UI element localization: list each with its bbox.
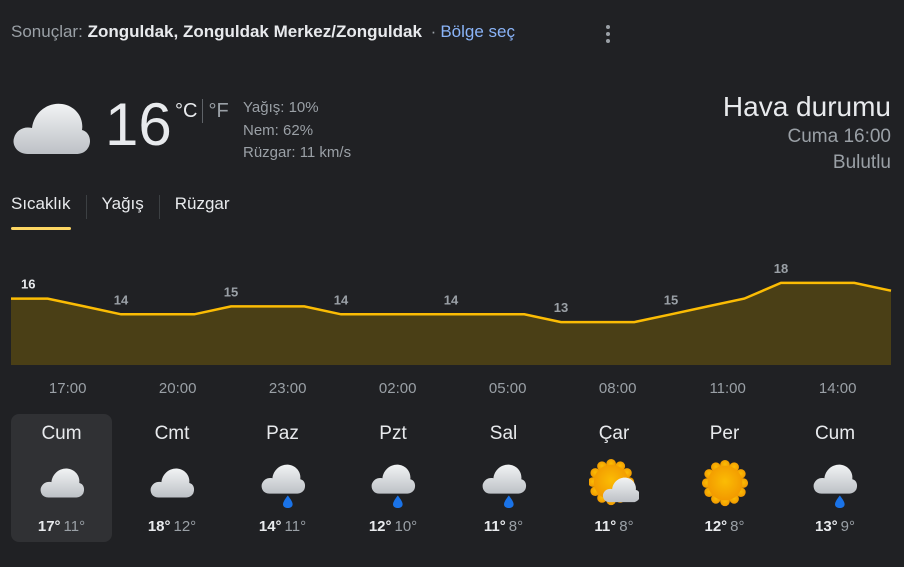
header-separator: · (430, 22, 437, 41)
high-temp: 12° (368, 518, 392, 535)
forecast-day-4[interactable]: Sal 11° 8° (453, 414, 554, 542)
forecast-day-2[interactable]: Paz 14° 11° (232, 414, 333, 542)
temperature-data-label: 14 (334, 292, 349, 307)
day-name: Pzt (379, 423, 407, 444)
temperature-data-label: 13 (554, 300, 568, 315)
forecast-day-7[interactable]: Cum 13° 9° (785, 414, 886, 542)
high-temp: 11° (594, 518, 617, 535)
celsius-button[interactable]: °C (175, 100, 197, 123)
high-temp: 18° (147, 518, 171, 535)
low-temp: 11° (284, 518, 307, 535)
day-temps: 12° 8° (674, 518, 775, 535)
search-header: Sonuçlar: Zonguldak, Zonguldak Merkez/Zo… (11, 22, 515, 42)
high-temp: 12° (704, 518, 728, 535)
current-temperature: 16 (105, 91, 172, 158)
temperature-data-label: 15 (224, 284, 238, 299)
more-options-icon[interactable] (598, 22, 618, 46)
day-temps: 11° 8° (453, 518, 554, 535)
low-temp: 9° (840, 518, 856, 535)
day-temps: 12° 10° (343, 518, 444, 535)
cloudy-icon (10, 98, 94, 158)
temperature-data-label: 14 (444, 292, 459, 307)
tab-precipitation[interactable]: Yağış (102, 194, 144, 220)
select-region-link[interactable]: Bölge seç (440, 22, 515, 41)
rain-icon (258, 459, 308, 509)
high-temp: 11° (483, 518, 506, 535)
humidity-text: Nem: 62% (243, 121, 314, 139)
high-temp: 14° (258, 518, 282, 535)
rain-icon (368, 459, 418, 509)
day-temps: 18° 12° (122, 518, 223, 535)
day-name: Cmt (154, 423, 190, 444)
low-temp: 8° (730, 518, 745, 535)
fahrenheit-button[interactable]: °F (208, 100, 228, 123)
tab-wind[interactable]: Rüzgar (175, 194, 230, 220)
day-name: Cum (41, 423, 82, 444)
tab-temperature[interactable]: Sıcaklık (11, 194, 71, 230)
low-temp: 12° (173, 518, 197, 535)
rain-icon (810, 459, 860, 509)
current-details: Yağış: 10% Nem: 62% Rüzgar: 11 km/s (243, 97, 351, 165)
forecast-day-1[interactable]: Cmt 18° 12° (122, 414, 223, 542)
low-temp: 8° (508, 518, 524, 535)
weather-summary: Hava durumu Cuma 16:00 Bulutlu (723, 90, 891, 176)
daily-forecast: Cum 17° 11° Cmt 18° 12° Paz 14° 11° Pzt 12° 10° Sal 1… (11, 414, 895, 542)
sunny-icon (700, 459, 750, 509)
time-tick-label: 17:00 (48, 380, 87, 397)
day-name: Sal (489, 423, 518, 444)
unit-divider (202, 99, 204, 123)
time-tick-label: 02:00 (378, 380, 417, 397)
results-prefix: Sonuçlar: (11, 22, 83, 41)
time-tick-label: 14:00 (818, 380, 857, 397)
time-tick-label: 08:00 (598, 380, 637, 397)
tab-divider (158, 195, 160, 219)
day-temps: 11° 8° (564, 518, 665, 535)
temperature-data-label: 15 (664, 292, 678, 307)
precipitation-text: Yağış: 10% (243, 99, 319, 116)
cloudy-icon (37, 459, 87, 509)
day-name: Çar (598, 423, 630, 444)
day-name: Cum (814, 423, 856, 444)
high-temp: 13° (814, 518, 838, 535)
temperature-data-label: 16 (21, 277, 35, 292)
wind-text: Rüzgar: 11 km/s (243, 144, 352, 161)
forecast-day-6[interactable]: Per 12° 8° (674, 414, 775, 542)
low-temp: 11° (63, 518, 86, 535)
day-temps: 14° 11° (232, 518, 333, 535)
high-temp: 17° (37, 518, 61, 535)
day-name: Per (709, 423, 740, 444)
cloudy-icon (147, 459, 197, 509)
forecast-day-5[interactable]: Çar 11° 8° (564, 414, 665, 542)
weather-condition: Bulutlu (832, 152, 891, 173)
weather-title: Hava durumu (722, 91, 891, 122)
forecast-day-0[interactable]: Cum 17° 11° (11, 414, 112, 542)
weather-time: Cuma 16:00 (787, 126, 891, 147)
low-temp: 10° (394, 518, 418, 535)
rain-icon (479, 459, 529, 509)
time-tick-label: 05:00 (488, 380, 527, 397)
location-name: Zonguldak, Zonguldak Merkez/Zonguldak (87, 22, 422, 41)
day-temps: 13° 9° (785, 518, 886, 535)
partly-sunny-icon (588, 459, 640, 509)
temperature-data-label: 18 (774, 261, 788, 276)
low-temp: 8° (619, 518, 634, 535)
tab-divider (85, 195, 87, 219)
forecast-day-3[interactable]: Pzt 12° 10° (343, 414, 444, 542)
day-temps: 17° 11° (11, 518, 112, 535)
temperature-data-label: 14 (114, 292, 129, 307)
time-tick-label: 23:00 (268, 380, 307, 397)
weather-tabs: Sıcaklık Yağış Rüzgar (11, 190, 230, 230)
temperature-chart[interactable]: 16 14 15 14 14 13 15 18 (0, 255, 904, 367)
unit-toggle: °C °F (175, 99, 229, 123)
time-tick-label: 20:00 (158, 380, 197, 397)
day-name: Paz (266, 423, 299, 444)
time-tick-label: 11:00 (709, 380, 746, 397)
